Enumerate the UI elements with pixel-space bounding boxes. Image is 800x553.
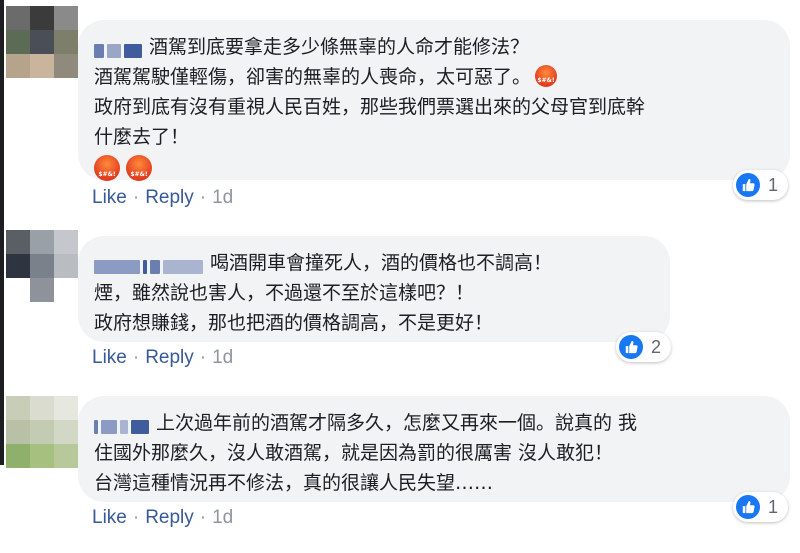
comment-actions: Like · Reply · 1d	[92, 347, 233, 369]
separator: ·	[132, 507, 140, 528]
comment-text-line: 住國外那麼久，沒人敢酒駕，就是因為罰的很厲害 沒人敢犯！	[94, 442, 614, 464]
comment-text-line: 酒駕駕駛僅輕傷，卻害的無辜的人喪命，太可惡了。	[94, 66, 532, 88]
thumbs-up-icon	[736, 495, 760, 519]
avatar[interactable]	[6, 230, 78, 302]
comment-timestamp[interactable]: 1d	[212, 507, 233, 528]
reaction-count-badge[interactable]: 1	[733, 170, 789, 200]
angry-face-icon	[126, 154, 152, 181]
reply-link[interactable]: Reply	[145, 507, 194, 528]
comment-text-line: 酒駕到底要拿走多少條無辜的人命才能修法？	[149, 36, 530, 58]
thumbs-up-icon	[619, 335, 643, 359]
comment-text-line: 什麼去了！	[94, 126, 190, 148]
angry-face-icon	[535, 64, 558, 87]
like-link[interactable]: Like	[92, 347, 127, 368]
reaction-count-badge[interactable]: 1	[733, 492, 789, 522]
avatar[interactable]	[6, 396, 78, 468]
comment-text-line: 政府到底有沒有重視人民百姓，那些我們票選出來的父母官到底幹	[94, 96, 646, 118]
reaction-count: 1	[768, 496, 779, 517]
reaction-count: 2	[651, 336, 662, 357]
thread-left-border	[0, 0, 4, 465]
reply-link[interactable]: Reply	[145, 347, 194, 368]
comment-bubble: 喝酒開車會撞死人，酒的價格也不調高！ 煙，雖然說也害人，不過還不至於這樣吧？！ …	[78, 236, 670, 342]
reaction-count-badge[interactable]: 2	[616, 332, 672, 362]
separator: ·	[132, 347, 140, 368]
comment-author-name[interactable]	[94, 252, 206, 274]
comment-timestamp[interactable]: 1d	[212, 187, 233, 208]
comment-bubble: 上次過年前的酒駕才隔多久，怎麼又再來一個。說真的 我 住國外那麼久，沒人敢酒駕，…	[78, 396, 790, 502]
comment-text-line: 上次過年前的酒駕才隔多久，怎麼又再來一個。說真的 我	[156, 412, 638, 434]
comment-author-name[interactable]	[94, 412, 152, 434]
separator: ·	[199, 507, 207, 528]
comment-text-line: 煙，雖然說也害人，不過還不至於這樣吧？！	[94, 282, 475, 304]
comment-text-line: 台灣這種情況再不修法，真的很讓人民失望……	[94, 472, 494, 494]
comment-text-line: 喝酒開車會撞死人，酒的價格也不調高！	[210, 252, 553, 274]
separator: ·	[199, 347, 207, 368]
comment-bubble: 酒駕到底要拿走多少條無辜的人命才能修法？ 酒駕駕駛僅輕傷，卻害的無辜的人喪命，太…	[78, 20, 790, 181]
thumbs-up-icon	[736, 173, 760, 197]
reply-link[interactable]: Reply	[145, 187, 194, 208]
like-link[interactable]: Like	[92, 187, 127, 208]
reaction-count: 1	[768, 174, 779, 195]
comment-actions: Like · Reply · 1d	[92, 507, 233, 529]
separator: ·	[132, 187, 140, 208]
avatar[interactable]	[6, 6, 78, 78]
separator: ·	[199, 187, 207, 208]
comment-timestamp[interactable]: 1d	[212, 347, 233, 368]
comment-actions: Like · Reply · 1d	[92, 187, 233, 209]
like-link[interactable]: Like	[92, 507, 127, 528]
angry-face-icon	[94, 154, 120, 181]
comment-text-line: 政府想賺錢，那也把酒的價格調高，不是更好！	[94, 312, 494, 334]
comment-author-name[interactable]	[94, 36, 145, 58]
